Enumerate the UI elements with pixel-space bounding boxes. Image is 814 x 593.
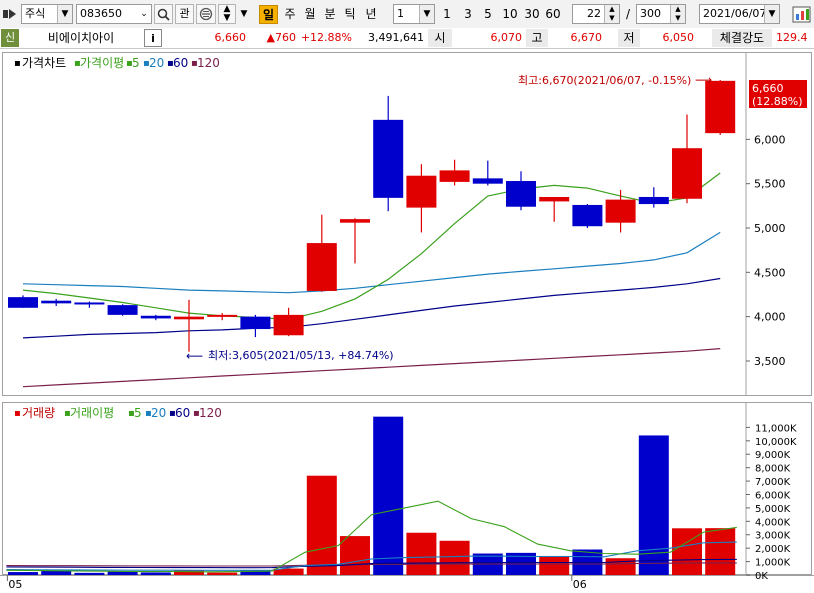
last-price-tag-percent: (12.88%) xyxy=(752,95,803,108)
legend-marker: ▪ xyxy=(14,58,21,69)
price-y-tick-label: 3,500 xyxy=(754,355,786,368)
volume-y-tick-label: 6,000K xyxy=(755,490,791,501)
candle-body xyxy=(240,316,271,330)
candle-body xyxy=(439,170,470,182)
price-ma5-line xyxy=(22,172,721,320)
price-y-tick-label: 4,500 xyxy=(754,266,786,279)
price-legend-item: 5 xyxy=(132,56,140,70)
candle-body xyxy=(506,181,536,207)
candle-body xyxy=(140,315,171,319)
x-tick-label: 05 xyxy=(8,578,22,591)
candle-body xyxy=(605,199,636,223)
chart-canvas[interactable]: 3,500 4,000 4,500 5,000 5,500 6,000 0K 1,000K 2,… xyxy=(0,0,814,593)
candle-body xyxy=(306,243,337,291)
price-legend-item: 60 xyxy=(173,56,188,70)
volume-bar xyxy=(705,528,736,575)
last-price-tag-value: 6,660 xyxy=(752,82,784,95)
min-price-annotation: 최저:3,605(2021/05/13, +84.74%) xyxy=(208,349,394,362)
volume-y-tick-label: 8,000K xyxy=(755,464,791,475)
volume-y-tick-label: 9,000K xyxy=(755,450,791,461)
volume-y-tick-label: 7,000K xyxy=(755,477,791,488)
price-legend-item: 120 xyxy=(197,56,220,70)
volume-bar xyxy=(174,570,204,575)
volume-legend-item: 5 xyxy=(134,406,142,420)
volume-legend-item: 거래이평 xyxy=(70,406,114,420)
candle-body xyxy=(472,178,503,184)
max-price-annotation: 최고:6,670(2021/06/07, -0.15%) xyxy=(518,74,691,87)
candle-body xyxy=(406,175,437,208)
candle-body xyxy=(572,204,603,227)
candle-body xyxy=(340,219,370,223)
candle-body xyxy=(107,305,138,315)
price-y-tick-label: 6,000 xyxy=(754,133,786,146)
x-tick-label: 06 xyxy=(573,578,587,591)
volume-bar xyxy=(107,571,138,575)
volume-bar xyxy=(340,536,370,575)
candle-body xyxy=(8,297,38,308)
volume-bar xyxy=(373,416,404,575)
candle-body xyxy=(174,316,204,320)
volume-chart-title: 거래량 xyxy=(22,406,55,420)
volume-bar xyxy=(8,572,38,575)
volume-bar xyxy=(207,572,238,575)
volume-legend-item: 60 xyxy=(175,406,190,420)
volume-y-tick-label: 10,000K xyxy=(755,437,797,448)
price-y-tick-label: 5,000 xyxy=(754,222,786,235)
candle-body xyxy=(705,80,736,134)
candle-body xyxy=(539,196,570,202)
candle-body xyxy=(638,196,669,205)
candle-body xyxy=(373,119,404,198)
volume-bar xyxy=(306,475,337,575)
min-arrow-icon: ⟵ xyxy=(186,349,203,363)
candle-body xyxy=(41,300,72,304)
volume-y-tick-label: 2,000K xyxy=(755,544,791,555)
price-y-tick-label: 5,500 xyxy=(754,178,786,191)
volume-y-tick-label: 1,000K xyxy=(755,558,791,569)
candle-body xyxy=(273,314,304,336)
volume-y-tick-label: 11,000K xyxy=(755,423,797,434)
price-ma20-line xyxy=(22,231,721,294)
volume-y-tick-label: 5,000K xyxy=(755,504,791,515)
price-legend-item: 20 xyxy=(149,56,164,70)
price-chart-title: 가격차트 xyxy=(22,56,66,70)
candle-body xyxy=(74,302,105,305)
volume-bar xyxy=(539,555,570,575)
volume-y-tick-label: 3,000K xyxy=(755,531,791,542)
volume-bar xyxy=(439,540,470,575)
volume-legend-item: 20 xyxy=(151,406,166,420)
volume-y-tick-label: 4,000K xyxy=(755,517,791,528)
price-legend-item: 가격이평 xyxy=(80,56,124,70)
volume-legend-item: 120 xyxy=(199,406,222,420)
price-y-tick-label: 4,000 xyxy=(754,311,786,324)
candle-body xyxy=(672,148,702,199)
candle-body xyxy=(207,314,238,317)
volume-bar xyxy=(406,532,437,575)
max-arrow-icon: ⟶ xyxy=(695,73,712,87)
legend-marker: ▪ xyxy=(14,408,21,419)
volume-bar xyxy=(74,572,105,575)
volume-bar xyxy=(140,572,171,575)
volume-bar xyxy=(41,570,72,575)
volume-y-tick-label: 0K xyxy=(755,571,768,582)
